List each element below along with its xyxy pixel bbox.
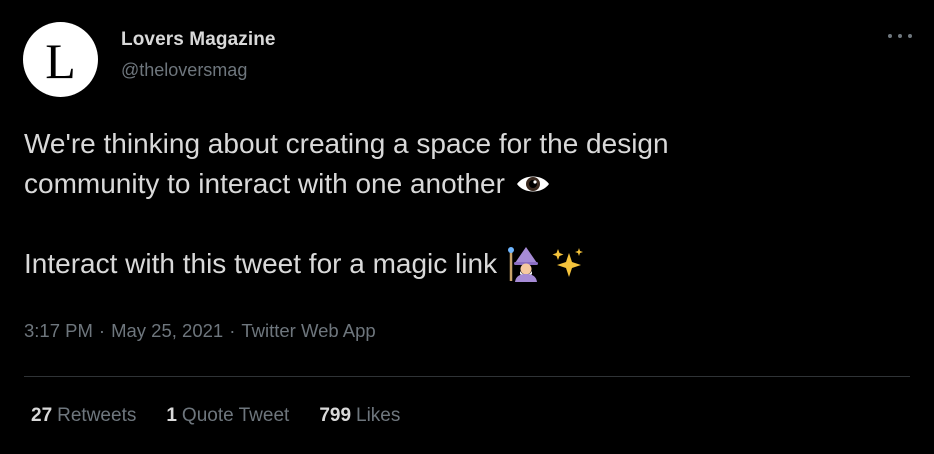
likes-label: Likes xyxy=(356,405,401,426)
more-options-icon[interactable] xyxy=(888,26,912,46)
quote-tweets-count: 1 xyxy=(166,405,177,426)
quote-tweets-label: Quote Tweet xyxy=(181,405,290,426)
tweet-line-text: community to interact with one another xyxy=(24,168,505,199)
retweets-count: 27 xyxy=(31,405,53,426)
tweet-text: We're thinking about creating a space fo… xyxy=(24,124,904,284)
tweet-line: community to interact with one another xyxy=(24,164,904,204)
avatar[interactable]: L xyxy=(23,22,98,97)
tweet-time[interactable]: 3:17 PM xyxy=(24,320,93,341)
divider xyxy=(24,376,910,377)
meta-separator: · xyxy=(229,320,236,341)
author-handle[interactable]: @theloversmag xyxy=(121,60,247,81)
tweet-line-text: We're thinking about creating a space fo… xyxy=(24,128,669,159)
tweet-line-text: Interact with this tweet for a magic lin… xyxy=(24,248,498,279)
retweets-label: Retweets xyxy=(57,405,137,426)
tweet-card: L Lovers Magazine @theloversmag We're th… xyxy=(0,0,934,454)
retweets-stat[interactable]: 27 Retweets xyxy=(31,405,136,427)
tweet-line: Interact with this tweet for a magic lin… xyxy=(24,244,904,284)
tweet-meta: 3:17 PM · May 25, 2021 · Twitter Web App xyxy=(24,320,376,342)
author-display-name[interactable]: Lovers Magazine xyxy=(121,29,276,51)
avatar-letter: L xyxy=(45,32,76,89)
meta-separator: · xyxy=(98,320,106,341)
likes-count: 799 xyxy=(319,405,352,426)
likes-stat[interactable]: 799 Likes xyxy=(319,405,400,427)
sparkles-icon xyxy=(552,248,584,277)
tweet-stats: 27 Retweets 1 Quote Tweet 799 Likes xyxy=(31,405,400,427)
eye-icon xyxy=(516,176,549,192)
tweet-line: We're thinking about creating a space fo… xyxy=(24,124,904,164)
tweet-source[interactable]: Twitter Web App xyxy=(241,320,375,341)
mage-icon xyxy=(508,247,539,282)
tweet-date[interactable]: May 25, 2021 xyxy=(111,320,223,341)
quote-tweets-stat[interactable]: 1 Quote Tweet xyxy=(166,405,289,427)
